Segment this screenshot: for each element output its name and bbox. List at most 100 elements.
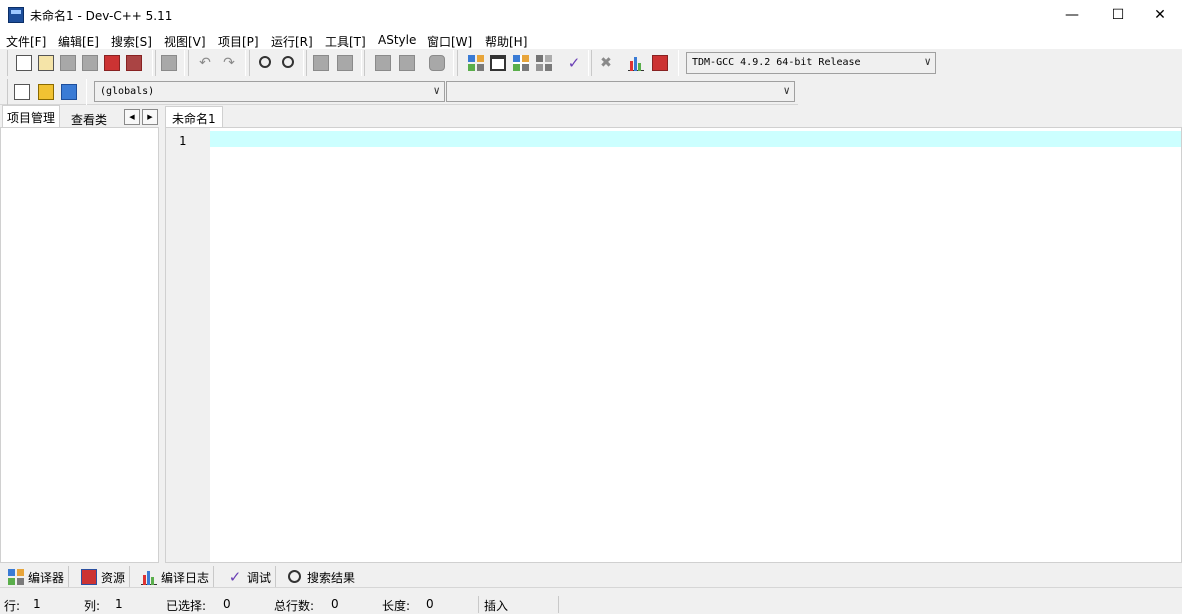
current-line-highlight[interactable] bbox=[210, 131, 1181, 147]
print-icon[interactable] bbox=[161, 55, 177, 71]
debug-toolbar-group: ✖ bbox=[591, 50, 679, 76]
remove-from-project-icon[interactable] bbox=[61, 84, 77, 100]
menu-edit[interactable]: 编辑[E] bbox=[58, 33, 99, 50]
project-tree[interactable] bbox=[0, 127, 159, 563]
tab-compile-log[interactable]: 编译日志 bbox=[135, 566, 215, 587]
tab-search-results-label: 搜索结果 bbox=[307, 571, 356, 585]
debug-check-icon: ✓ bbox=[228, 568, 242, 586]
menu-help[interactable]: 帮助[H] bbox=[485, 33, 527, 50]
resources-icon bbox=[81, 569, 97, 585]
code-editor[interactable]: 1 bbox=[165, 127, 1182, 563]
add-to-project-icon[interactable] bbox=[38, 84, 54, 100]
compiler-select-value: TDM-GCC 4.9.2 64-bit Release bbox=[692, 57, 861, 68]
undo-redo-group: ↶ ↷ bbox=[188, 50, 246, 76]
scroll-right-icon[interactable]: ▶ bbox=[142, 109, 158, 125]
menu-astyle[interactable]: AStyle bbox=[378, 33, 416, 47]
status-insert-mode: 插入 bbox=[484, 599, 509, 613]
menu-search[interactable]: 搜索[S] bbox=[111, 33, 152, 50]
status-length-value: 0 bbox=[426, 597, 434, 611]
status-col-label: 列: bbox=[84, 599, 101, 613]
status-separator bbox=[478, 596, 479, 613]
line-number-gutter: 1 bbox=[166, 128, 210, 562]
tab-compiler-label: 编译器 bbox=[28, 571, 65, 585]
minimize-button[interactable]: — bbox=[1049, 0, 1095, 30]
chevron-down-icon: ∨ bbox=[433, 84, 440, 97]
status-bar: 行: 1 列: 1 已选择: 0 总行数: 0 长度: 0 插入 bbox=[0, 596, 1182, 613]
open-file-icon[interactable] bbox=[38, 55, 54, 71]
status-selected-label: 已选择: bbox=[166, 599, 207, 613]
bookmark-toolbar-group bbox=[364, 50, 454, 76]
tab-search-results[interactable]: 搜索结果 bbox=[281, 566, 359, 587]
menu-project[interactable]: 项目[P] bbox=[218, 33, 259, 50]
profile-icon[interactable] bbox=[628, 55, 644, 71]
undo-icon[interactable]: ↶ bbox=[197, 55, 213, 71]
toggle-bookmark-icon[interactable] bbox=[429, 55, 445, 71]
scroll-left-icon[interactable]: ◀ bbox=[124, 109, 140, 125]
tab-resources[interactable]: 资源 bbox=[75, 566, 131, 587]
line-number: 1 bbox=[179, 134, 187, 148]
member-combo[interactable]: ∨ bbox=[446, 81, 795, 102]
class-combo[interactable]: (globals) ∨ bbox=[94, 81, 445, 102]
file-toolbar-group bbox=[7, 50, 153, 76]
left-panel: 项目管理 查看类 ◀ ▶ bbox=[0, 105, 160, 563]
syntax-check-icon[interactable]: ✓ bbox=[566, 55, 582, 71]
editor-tab-untitled1[interactable]: 未命名1 bbox=[165, 106, 223, 128]
tab-class-browser[interactable]: 查看类 bbox=[67, 108, 111, 127]
menu-file[interactable]: 文件[F] bbox=[6, 33, 46, 50]
redo-icon[interactable]: ↷ bbox=[221, 55, 237, 71]
compile-log-icon bbox=[141, 569, 157, 585]
goto-forward-icon[interactable] bbox=[399, 55, 415, 71]
menu-window[interactable]: 窗口[W] bbox=[427, 33, 472, 50]
tab-scroll-buttons: ◀ ▶ bbox=[124, 109, 160, 125]
chevron-down-icon: ∨ bbox=[783, 84, 790, 97]
find-icon[interactable] bbox=[259, 56, 271, 68]
status-separator bbox=[558, 596, 559, 613]
title-bar: 未命名1 - Dev-C++ 5.11 — ☐ ✕ bbox=[0, 0, 1182, 30]
window-title: 未命名1 - Dev-C++ 5.11 bbox=[30, 9, 173, 23]
status-row-label: 行: bbox=[4, 599, 21, 613]
compiler-select[interactable]: TDM-GCC 4.9.2 64-bit Release ∨ bbox=[686, 52, 936, 74]
status-selected-value: 0 bbox=[223, 597, 231, 611]
status-col-value: 1 bbox=[115, 597, 123, 611]
new-project-icon[interactable] bbox=[14, 84, 30, 100]
rebuild-all-icon[interactable] bbox=[536, 55, 552, 71]
find-toolbar-group bbox=[249, 50, 304, 76]
menu-tools[interactable]: 工具[T] bbox=[325, 33, 366, 50]
status-row-value: 1 bbox=[33, 597, 41, 611]
tab-resources-label: 资源 bbox=[101, 571, 126, 585]
close-file-icon[interactable] bbox=[104, 55, 120, 71]
close-button[interactable]: ✕ bbox=[1137, 0, 1182, 30]
status-length-label: 长度: bbox=[382, 599, 411, 613]
project-toolbar-group bbox=[7, 79, 87, 105]
indent-icon[interactable] bbox=[313, 55, 329, 71]
unindent-icon[interactable] bbox=[337, 55, 353, 71]
status-lines-value: 0 bbox=[331, 597, 339, 611]
stop-execution-icon[interactable]: ✖ bbox=[598, 55, 614, 71]
replace-icon[interactable] bbox=[282, 56, 294, 68]
menu-run[interactable]: 运行[R] bbox=[271, 33, 313, 50]
compiler-icon bbox=[8, 569, 24, 585]
search-results-icon bbox=[288, 570, 301, 583]
print-toolbar-group bbox=[155, 50, 185, 76]
menu-view[interactable]: 视图[V] bbox=[164, 33, 206, 50]
editor-tab-strip: 未命名1 bbox=[165, 105, 1182, 128]
compile-run-icon[interactable] bbox=[513, 55, 529, 71]
goto-back-icon[interactable] bbox=[375, 55, 391, 71]
status-lines-label: 总行数: bbox=[274, 599, 315, 613]
chevron-down-icon: ∨ bbox=[924, 55, 931, 68]
tab-debug[interactable]: ✓ 调试 bbox=[221, 566, 277, 587]
delete-profile-icon[interactable] bbox=[652, 55, 668, 71]
save-all-icon[interactable] bbox=[82, 55, 98, 71]
run-icon[interactable] bbox=[490, 55, 506, 71]
save-icon[interactable] bbox=[60, 55, 76, 71]
bottom-panel-tabs: 编译器 资源 编译日志 ✓ 调试 搜索结果 bbox=[0, 563, 1182, 588]
maximize-button[interactable]: ☐ bbox=[1095, 0, 1141, 30]
tab-compiler[interactable]: 编译器 bbox=[2, 566, 70, 587]
tab-project-manager[interactable]: 项目管理 bbox=[2, 105, 61, 127]
compile-icon[interactable] bbox=[468, 55, 484, 71]
close-all-icon[interactable] bbox=[126, 55, 142, 71]
new-file-icon[interactable] bbox=[16, 55, 32, 71]
devcpp-app-icon bbox=[8, 7, 24, 23]
indent-toolbar-group bbox=[306, 50, 362, 76]
class-combo-value: (globals) bbox=[100, 86, 155, 97]
